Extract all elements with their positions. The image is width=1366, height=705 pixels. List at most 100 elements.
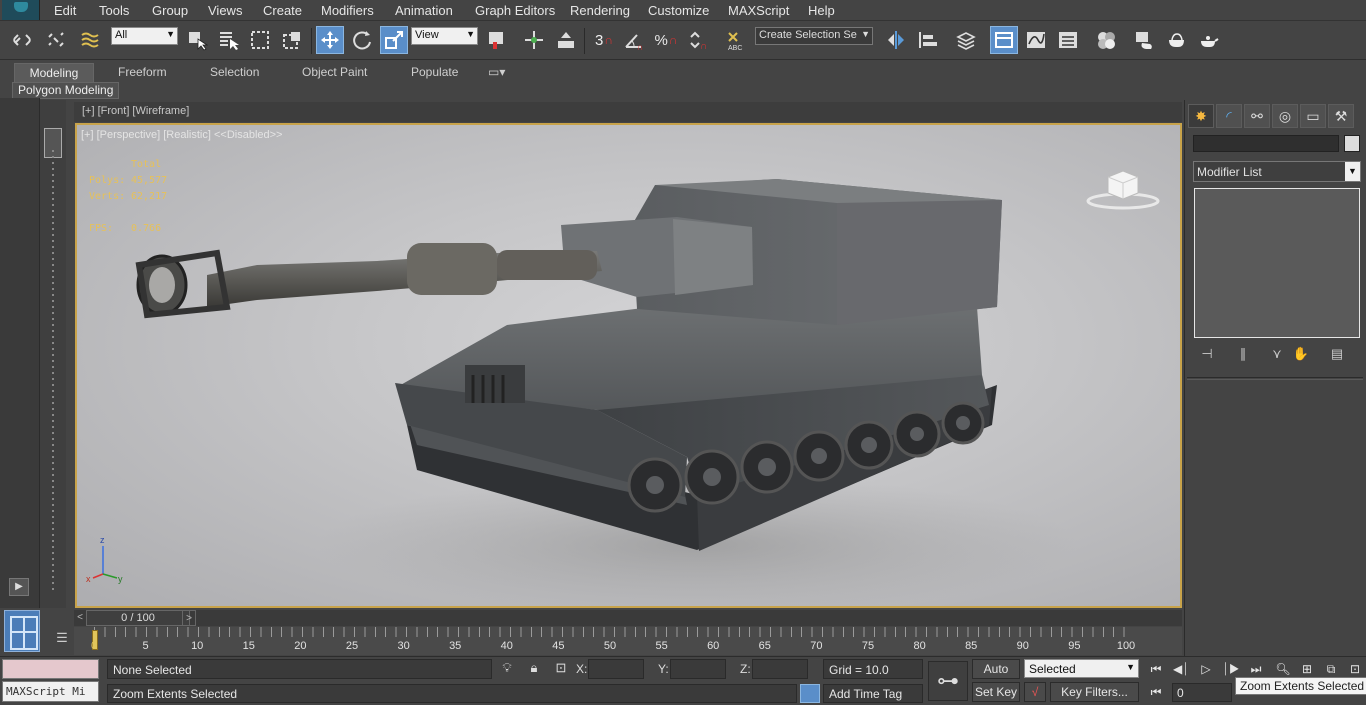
- menu-views[interactable]: Views: [208, 3, 242, 18]
- previous-frame-icon[interactable]: ◀⏐: [1170, 660, 1192, 678]
- menu-animation[interactable]: Animation: [395, 3, 453, 18]
- scene-explorer-icon[interactable]: [990, 26, 1018, 54]
- render-production-icon[interactable]: [1194, 26, 1222, 54]
- polygon-modeling-panel[interactable]: Polygon Modeling: [12, 82, 120, 99]
- zoom-extents-all-icon[interactable]: ⊡: [1344, 659, 1366, 679]
- render-setup-icon[interactable]: [1130, 26, 1158, 54]
- rotate-icon[interactable]: [348, 26, 376, 54]
- pivot-center-icon[interactable]: [482, 26, 510, 54]
- x-coord-field[interactable]: [588, 659, 644, 679]
- menu-rendering[interactable]: Rendering: [570, 3, 630, 18]
- y-coord-field[interactable]: [670, 659, 726, 679]
- mirror-icon[interactable]: [882, 26, 910, 54]
- menu-tools[interactable]: Tools: [99, 3, 129, 18]
- named-selection-dropdown[interactable]: Create Selection Se ▼: [755, 27, 873, 45]
- next-frame-icon[interactable]: ⏐▶: [1220, 660, 1242, 678]
- tab-object-paint[interactable]: Object Paint: [294, 63, 375, 83]
- select-manipulate-icon[interactable]: [520, 26, 548, 54]
- align-icon[interactable]: [914, 26, 942, 54]
- utilities-tab-icon[interactable]: ⚒: [1328, 104, 1354, 128]
- time-slider-prev[interactable]: <: [74, 610, 86, 626]
- selection-filter-dropdown[interactable]: All ▼: [111, 27, 178, 45]
- current-frame-field[interactable]: 0: [1172, 683, 1232, 702]
- app-logo[interactable]: [2, 0, 40, 20]
- remove-modifier-icon[interactable]: ✋: [1291, 346, 1311, 364]
- make-unique-icon[interactable]: ⋎: [1267, 346, 1287, 364]
- menu-create[interactable]: Create: [263, 3, 302, 18]
- front-viewport-label[interactable]: [+] [Front] [Wireframe]: [82, 105, 189, 117]
- maxscript-mini-listener[interactable]: MAXScript Mi: [2, 681, 99, 702]
- material-editor-icon[interactable]: [1092, 26, 1120, 54]
- tab-populate[interactable]: Populate: [403, 63, 466, 83]
- keyboard-shortcut-override-icon[interactable]: [552, 26, 580, 54]
- viewport-layout-button[interactable]: [4, 610, 40, 652]
- viewcube-icon[interactable]: [1086, 163, 1160, 211]
- reference-coord-dropdown[interactable]: View ▼: [411, 27, 478, 45]
- hierarchy-tab-icon[interactable]: ⚯: [1244, 104, 1270, 128]
- configure-modifier-sets-icon[interactable]: ▤: [1327, 346, 1347, 364]
- create-tab-icon[interactable]: ✸: [1188, 104, 1214, 128]
- rendered-frame-window-icon[interactable]: [1162, 26, 1190, 54]
- left-vertical-slider[interactable]: [40, 100, 66, 608]
- object-name-field[interactable]: [1193, 135, 1339, 152]
- modifier-list-dropdown[interactable]: Modifier List ▼: [1193, 161, 1361, 182]
- menu-graph-editors[interactable]: Graph Editors: [475, 3, 555, 18]
- move-icon[interactable]: [316, 26, 344, 54]
- perspective-viewport-label[interactable]: [+] [Perspective] [Realistic] <<Disabled…: [81, 129, 282, 141]
- time-slider[interactable]: < 0 / 100 >: [74, 610, 1182, 626]
- menu-customize[interactable]: Customize: [648, 3, 709, 18]
- isolate-toggle-icon[interactable]: 💡︎: [498, 660, 516, 678]
- scale-icon[interactable]: [380, 26, 408, 54]
- go-to-end-icon[interactable]: ⏭: [1245, 660, 1267, 678]
- rectangular-selection-icon[interactable]: [246, 26, 274, 54]
- menu-group[interactable]: Group: [152, 3, 188, 18]
- angle-snap-icon[interactable]: ∩: [620, 26, 648, 54]
- time-slider-next[interactable]: >: [182, 610, 196, 626]
- zoom-all-icon[interactable]: ⊞: [1296, 659, 1318, 679]
- edit-named-selection-icon[interactable]: ABC: [722, 26, 750, 54]
- snaps-toggle-icon[interactable]: 3 ∩: [590, 26, 618, 54]
- schematic-view-icon[interactable]: [1054, 26, 1082, 54]
- window-crossing-icon[interactable]: [278, 26, 306, 54]
- track-bar[interactable]: 0 5 10 15 20 25 30 35 40 45 50 55 60 65 70 75 80 85 90 95 10…: [74, 627, 1182, 655]
- perspective-viewport[interactable]: [+] [Perspective] [Realistic] <<Disabled…: [75, 123, 1182, 608]
- front-viewport[interactable]: [+] [Front] [Wireframe]: [74, 102, 1182, 122]
- motion-tab-icon[interactable]: ◎: [1272, 104, 1298, 128]
- tab-freeform[interactable]: Freeform: [110, 63, 175, 83]
- select-object-icon[interactable]: [183, 26, 211, 54]
- key-mode-toggle-icon[interactable]: ⏮: [1145, 683, 1167, 701]
- object-color-swatch[interactable]: [1344, 135, 1360, 152]
- absolute-mode-icon[interactable]: ⊡: [552, 660, 570, 678]
- spinner-snap-icon[interactable]: ∩: [684, 26, 712, 54]
- maxscript-listener-output[interactable]: [2, 659, 99, 679]
- percent-snap-icon[interactable]: % ∩: [652, 26, 680, 54]
- tab-selection[interactable]: Selection: [202, 63, 267, 83]
- key-mode-dropdown[interactable]: Selected ▼: [1024, 659, 1139, 678]
- selection-lock-icon[interactable]: 🔒︎: [525, 660, 543, 678]
- curve-editor-icon[interactable]: [1022, 26, 1050, 54]
- z-coord-field[interactable]: [752, 659, 808, 679]
- set-key-button[interactable]: Set Key: [972, 682, 1020, 702]
- modifier-stack[interactable]: [1194, 188, 1360, 338]
- play-icon[interactable]: ▷: [1195, 660, 1217, 678]
- menu-help[interactable]: Help: [808, 3, 835, 18]
- mini-curve-editor-icon[interactable]: ☰: [52, 630, 72, 650]
- expand-arrow-icon[interactable]: ▶: [9, 578, 29, 596]
- tank-model[interactable]: [77, 125, 1180, 606]
- unlink-icon[interactable]: [42, 26, 70, 54]
- auto-key-button[interactable]: Auto Key: [972, 659, 1020, 694]
- adaptive-degradation-button[interactable]: [800, 684, 820, 703]
- select-by-name-icon[interactable]: [214, 26, 242, 54]
- link-icon[interactable]: [8, 26, 36, 54]
- add-time-tag[interactable]: Add Time Tag: [823, 684, 923, 703]
- tab-modeling[interactable]: Modeling: [14, 63, 94, 83]
- set-keys-key-icon[interactable]: ⊶: [928, 661, 968, 701]
- menu-modifiers[interactable]: Modifiers: [321, 3, 374, 18]
- time-slider-thumb[interactable]: 0 / 100: [86, 610, 190, 626]
- bind-space-warp-icon[interactable]: [76, 26, 104, 54]
- modify-tab-icon[interactable]: ◜: [1216, 104, 1242, 128]
- pin-stack-icon[interactable]: ⊣: [1197, 346, 1217, 364]
- ribbon-options-icon[interactable]: ▭▾: [484, 63, 509, 83]
- go-to-start-icon[interactable]: ⏮: [1145, 660, 1167, 678]
- key-filters-button[interactable]: Key Filters...: [1050, 682, 1139, 702]
